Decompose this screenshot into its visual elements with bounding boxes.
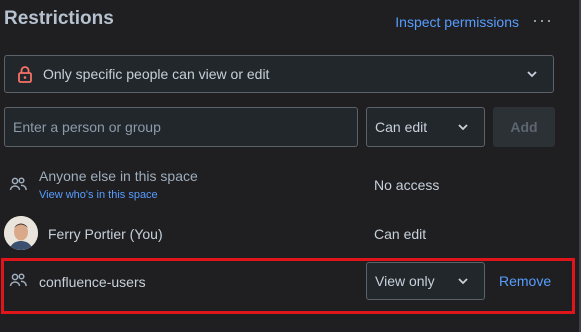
- entry-name-group: confluence-users: [39, 274, 146, 290]
- view-space-members-link[interactable]: View who's in this space: [39, 189, 158, 201]
- remove-button[interactable]: Remove: [499, 273, 551, 289]
- chevron-down-icon: [458, 124, 468, 131]
- entry-name-anyone: Anyone else in this space: [39, 168, 198, 184]
- entry-permission-select[interactable]: View only: [366, 262, 485, 300]
- entry-permission-anyone: No access: [374, 177, 440, 193]
- chevron-down-icon: [458, 278, 468, 285]
- add-button[interactable]: Add: [493, 107, 555, 147]
- lock-icon: [18, 66, 32, 83]
- page-title: Restrictions: [4, 8, 114, 29]
- restriction-mode-select[interactable]: Only specific people can view or edit: [4, 55, 554, 93]
- inspect-permissions-link[interactable]: Inspect permissions: [395, 14, 519, 30]
- restriction-mode-label: Only specific people can view or edit: [43, 66, 270, 82]
- person-group-input[interactable]: [4, 107, 358, 147]
- group-icon: [9, 177, 27, 191]
- chevron-down-icon: [527, 71, 537, 78]
- avatar: [4, 216, 38, 250]
- entry-permission-value: View only: [375, 273, 435, 289]
- permission-select[interactable]: Can edit: [366, 107, 485, 147]
- permission-select-value: Can edit: [375, 119, 428, 135]
- entry-name-user: Ferry Portier (You): [48, 226, 163, 242]
- more-options-button[interactable]: ···: [532, 10, 553, 31]
- group-icon: [9, 273, 27, 287]
- entry-permission-user: Can edit: [374, 226, 427, 242]
